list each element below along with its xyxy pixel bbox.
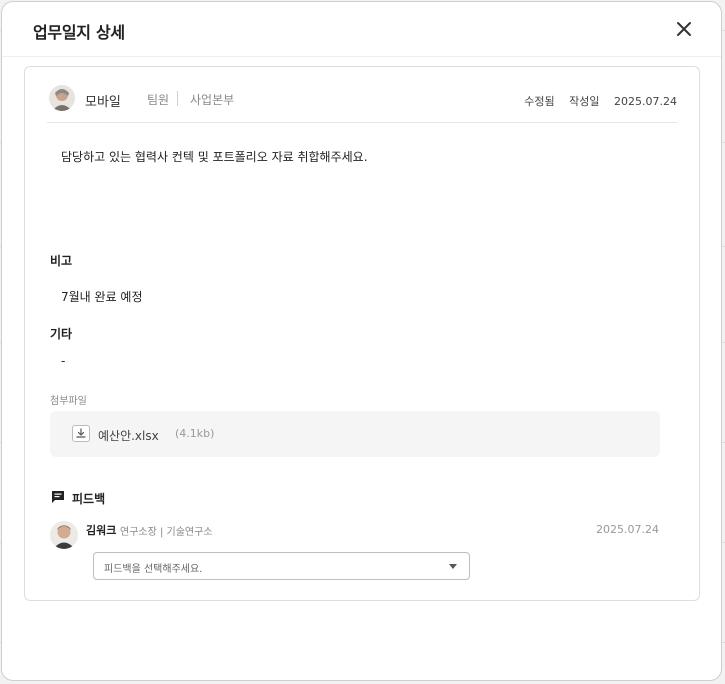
file-name-link[interactable]: 예산안.xlsx [98, 427, 159, 444]
reviewer-date: 2025.07.24 [596, 523, 659, 536]
close-icon[interactable] [673, 18, 695, 40]
work-log-card: 모바일 팀원 사업본부 수정됨 작성일 2025.07.24 담당하고 있는 협… [24, 66, 700, 601]
author-name: 모바일 [85, 95, 121, 110]
author-divider [177, 91, 178, 106]
file-size: (4.1kb) [175, 427, 215, 440]
download-button[interactable] [72, 425, 90, 442]
feedback-title: 피드백 [72, 492, 106, 506]
modal-title: 업무일지 상세 [33, 23, 125, 42]
post-date: 2025.07.24 [614, 95, 677, 108]
reviewer-avatar [50, 521, 78, 549]
work-log-detail-modal: 업무일지 상세 모바일 팀원 사업본부 수정됨 작성일 2025.07.24 담… [1, 1, 722, 681]
post-meta: 수정됨 작성일 2025.07.24 [513, 93, 677, 109]
reviewer-name: 김워크 [86, 524, 117, 537]
log-content: 담당하고 있는 협력사 컨텍 및 포트폴리오 자료 취합해주세요. [61, 150, 368, 164]
download-icon[interactable] [73, 426, 89, 441]
author-row: 모바일 팀원 사업본부 수정됨 작성일 2025.07.24 [49, 85, 677, 125]
reviewer-role: 연구소장 | 기술연구소 [120, 527, 213, 538]
attachment-item: 예산안.xlsx (4.1kb) [50, 411, 660, 457]
feedback-icon [52, 491, 64, 503]
etc-label: 기타 [50, 327, 73, 341]
author-avatar [49, 85, 75, 111]
author-department: 사업본부 [190, 93, 235, 107]
feedback-select-placeholder: 피드백을 선택해주세요. [104, 564, 203, 575]
etc-value: - [61, 354, 66, 368]
author-role: 팀원 [147, 93, 170, 107]
remarks-value: 7월내 완료 예정 [61, 290, 143, 304]
chevron-down-icon [449, 564, 457, 569]
feedback-select[interactable]: 피드백을 선택해주세요. [93, 552, 470, 580]
edited-status: 수정됨 [524, 95, 555, 108]
close-button[interactable] [673, 18, 695, 40]
attachments-label: 첨부파일 [50, 396, 87, 407]
date-label: 작성일 [569, 95, 600, 108]
modal-header: 업무일지 상세 [2, 2, 721, 57]
remarks-label: 비고 [50, 254, 73, 268]
divider [47, 122, 677, 123]
